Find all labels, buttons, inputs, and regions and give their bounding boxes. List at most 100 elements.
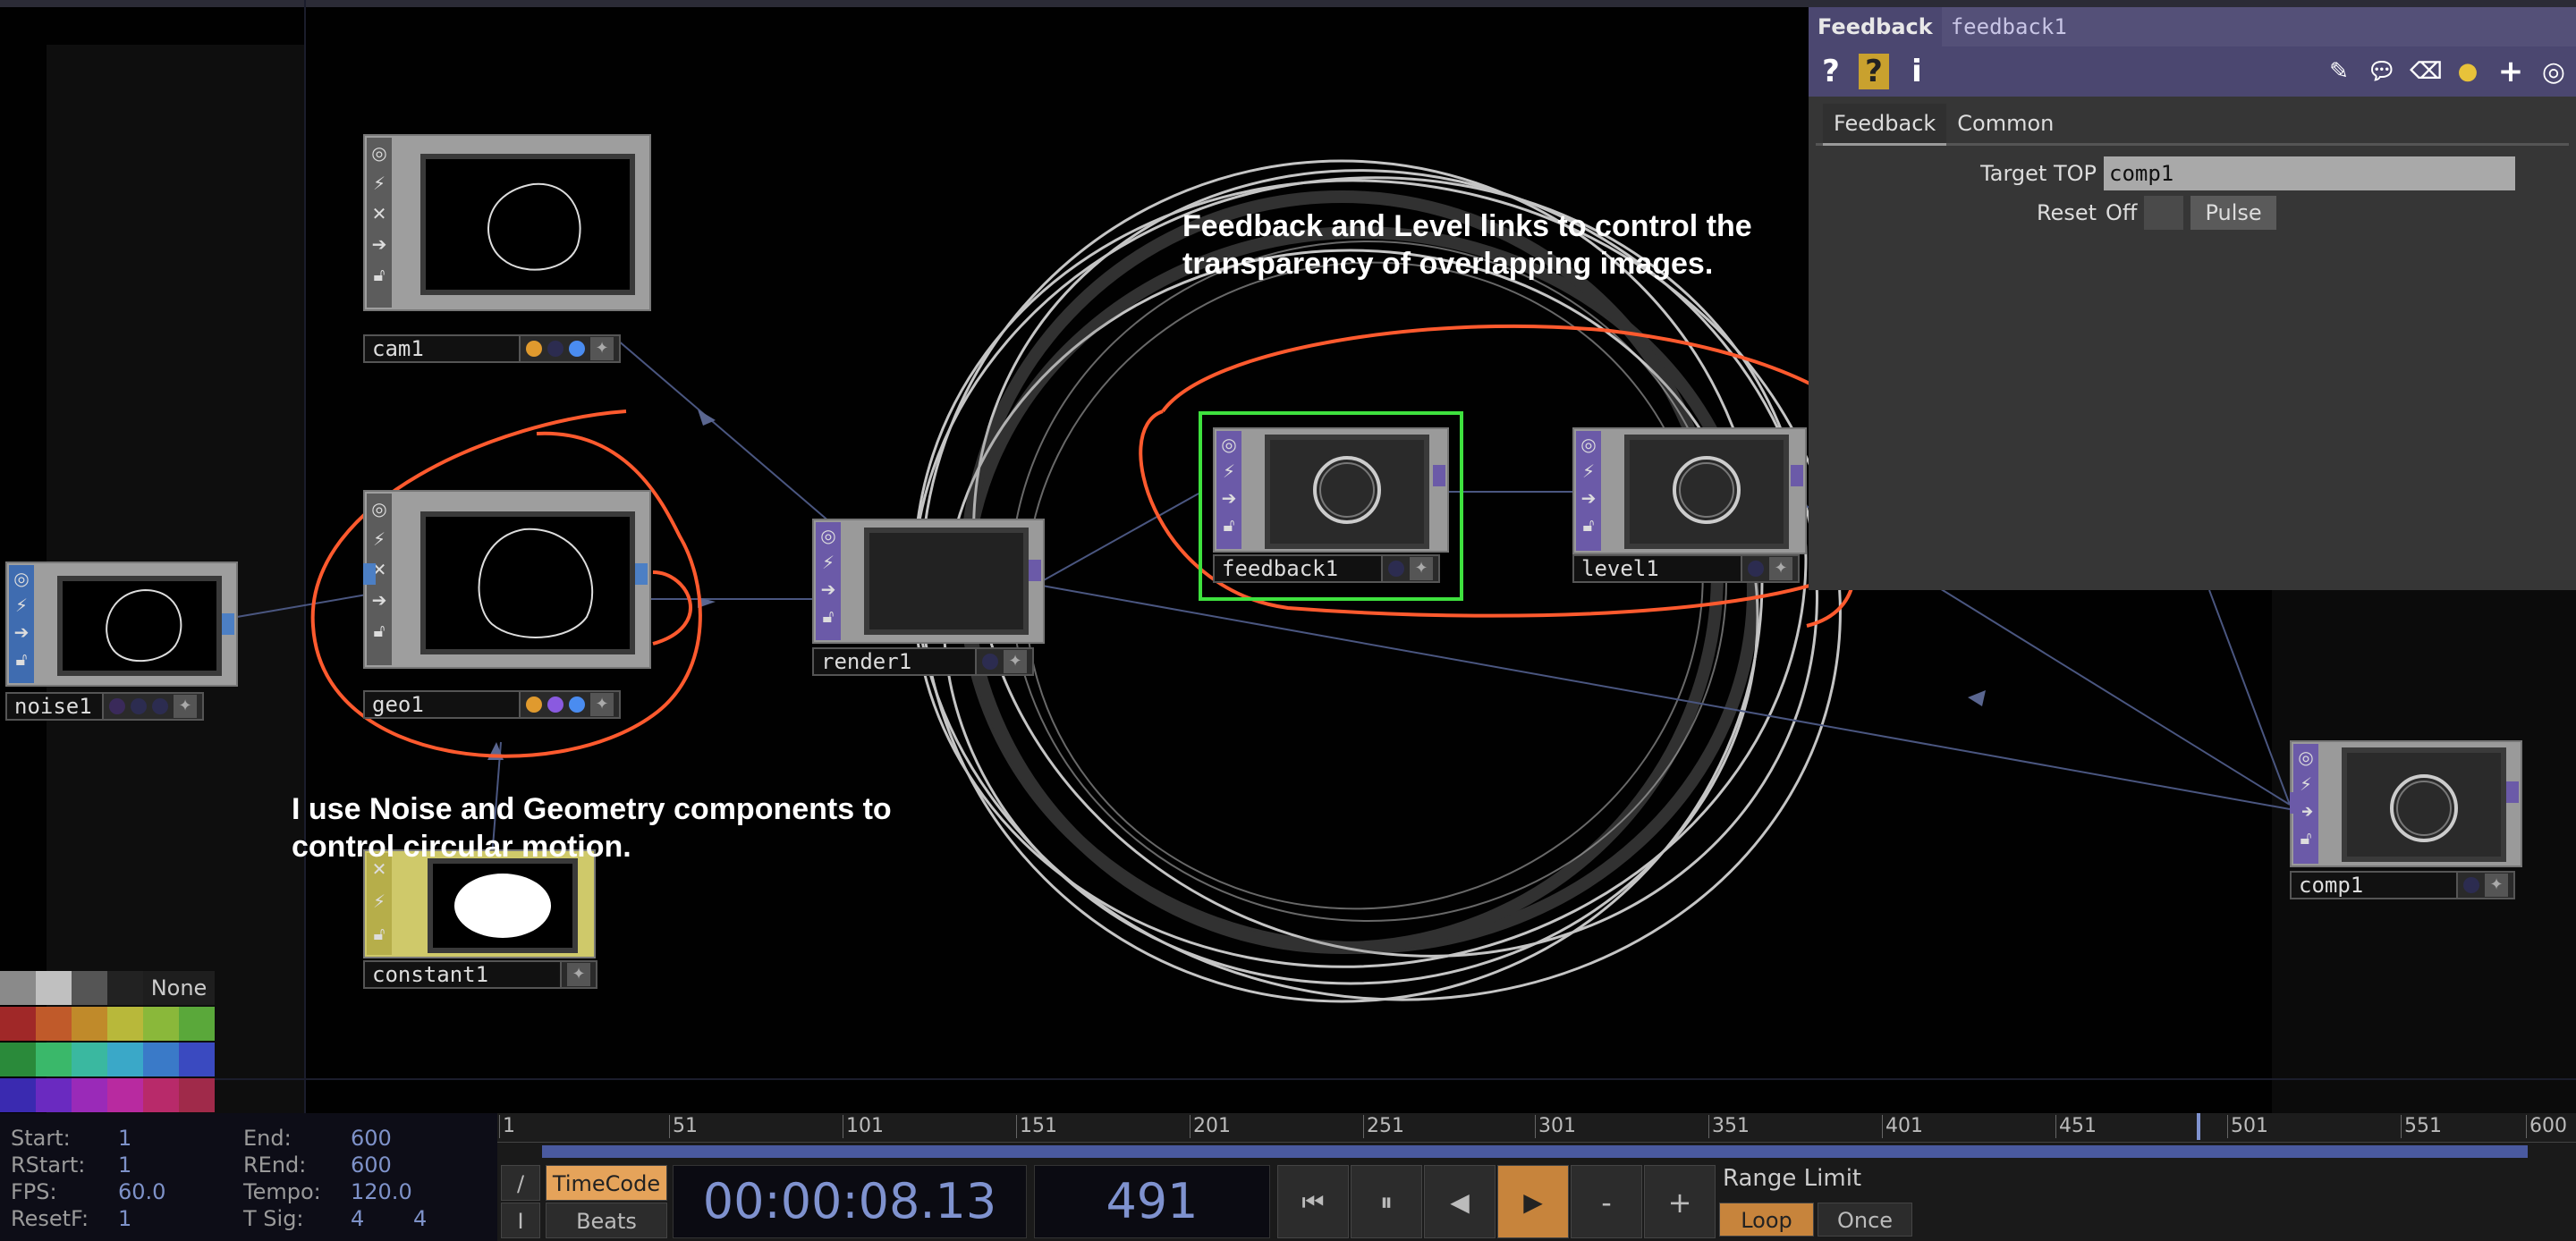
pick-flag[interactable] (547, 341, 564, 357)
palette-none[interactable]: None (143, 971, 215, 1005)
options-icon[interactable]: ✦ (174, 695, 197, 718)
node-label[interactable]: noise1 (5, 692, 104, 721)
timecode-display[interactable]: 00:00:08.13 (673, 1165, 1027, 1238)
render-flag[interactable] (526, 341, 542, 357)
node-label[interactable]: comp1 (2290, 871, 2458, 899)
swatch[interactable] (36, 1078, 72, 1112)
options-icon[interactable]: ✦ (590, 693, 614, 716)
display-flag[interactable] (569, 341, 585, 357)
node-label[interactable]: geo1 (363, 690, 521, 719)
swatch[interactable] (107, 1078, 143, 1112)
swatch[interactable] (72, 1007, 107, 1041)
swatch[interactable] (0, 971, 36, 1005)
options-icon[interactable]: ✦ (590, 337, 614, 360)
range-bar[interactable] (542, 1145, 2528, 1158)
start-value[interactable]: 1 (118, 1126, 131, 1151)
display-flag[interactable] (982, 654, 998, 670)
swatch[interactable] (143, 1078, 179, 1112)
op-name-field[interactable]: feedback1 (1941, 7, 2576, 46)
output-connector[interactable] (635, 563, 648, 585)
play-icon[interactable]: ▶ (1497, 1165, 1569, 1238)
bypass-icon[interactable]: ⚡ (1216, 458, 1241, 485)
bypass-icon[interactable]: ⚡ (367, 168, 392, 198)
swatch[interactable] (143, 1007, 179, 1041)
step-minus-button[interactable]: - (1571, 1165, 1642, 1238)
render-flag[interactable] (526, 696, 542, 713)
viewer-icon[interactable]: ◎ (1216, 431, 1241, 458)
lock-icon[interactable]: 🔓︎ (1216, 511, 1241, 538)
swatch[interactable] (143, 1043, 179, 1076)
node-label[interactable]: feedback1 (1213, 554, 1383, 583)
output-connector[interactable] (1433, 465, 1445, 486)
pause-icon[interactable]: ⏸ (1351, 1165, 1422, 1238)
display-flag[interactable] (1388, 561, 1404, 577)
swatch[interactable] (36, 1007, 72, 1041)
lock-icon[interactable]: 🔓︎ (367, 259, 392, 290)
options-icon[interactable]: ✦ (2485, 874, 2508, 897)
beats-toggle[interactable]: Beats (546, 1203, 667, 1238)
lock-icon[interactable]: 🔓︎ (2293, 824, 2318, 851)
add-icon[interactable]: + (2496, 54, 2526, 89)
step-back-icon[interactable]: ◀ (1424, 1165, 1496, 1238)
info-icon[interactable]: i (1902, 54, 1932, 89)
render-flag[interactable] (109, 698, 125, 714)
tempo-value[interactable]: 120.0 (351, 1179, 412, 1204)
viewer-icon[interactable]: ◎ (1576, 431, 1601, 458)
swatch[interactable] (0, 1007, 36, 1041)
viewer-icon[interactable]: ◎ (9, 565, 34, 592)
tab-feedback[interactable]: Feedback (1823, 104, 1947, 146)
display-flag[interactable] (1748, 561, 1764, 577)
target-icon[interactable]: ◎ (2538, 56, 2569, 88)
timecode-toggle[interactable]: TimeCode (546, 1165, 667, 1201)
lock-icon[interactable]: 🔓︎ (367, 917, 392, 950)
lock-icon[interactable]: 🔓︎ (1576, 511, 1601, 538)
target-top-field[interactable]: comp1 (2104, 156, 2515, 190)
end-value[interactable]: 600 (351, 1126, 392, 1151)
arrow-icon[interactable]: ➔ (367, 585, 392, 615)
arrow-icon[interactable]: ➔ (1576, 485, 1601, 511)
swatch[interactable] (107, 971, 143, 1005)
lock-icon[interactable]: 🔓︎ (9, 646, 34, 672)
options-icon[interactable]: ✦ (567, 963, 590, 986)
tsig-numerator[interactable]: 4 (351, 1206, 364, 1231)
rstart-value[interactable]: 1 (118, 1152, 131, 1178)
bypass-icon[interactable]: ⚡ (367, 524, 392, 554)
options-icon[interactable]: ✦ (1410, 557, 1433, 580)
display-flag[interactable] (569, 696, 585, 713)
swatch[interactable] (36, 1043, 72, 1076)
viewer-icon[interactable]: ◎ (816, 522, 841, 549)
resetf-value[interactable]: 1 (118, 1206, 131, 1231)
tab-common[interactable]: Common (1946, 104, 2064, 143)
cross-icon[interactable]: ✕ (367, 198, 392, 229)
options-icon[interactable]: ✦ (1004, 650, 1027, 673)
comment-icon[interactable]: 💬︎ (2367, 58, 2397, 85)
swatch[interactable] (179, 1043, 215, 1076)
swatch[interactable] (0, 1043, 36, 1076)
node-label[interactable]: constant1 (363, 960, 562, 989)
lock-icon[interactable]: 🔓︎ (816, 603, 841, 629)
display-flag[interactable] (152, 698, 168, 714)
tsig-denominator[interactable]: 4 (413, 1206, 427, 1231)
viewer-icon[interactable]: ◎ (367, 138, 392, 168)
lock-icon[interactable]: 🔓︎ (367, 615, 392, 646)
swatch[interactable] (179, 1007, 215, 1041)
options-icon[interactable]: ✦ (1769, 557, 1792, 580)
swatch[interactable] (36, 971, 72, 1005)
swatch[interactable] (107, 1007, 143, 1041)
swatch[interactable] (107, 1043, 143, 1076)
display-flag[interactable] (2463, 877, 2479, 893)
swatch[interactable] (0, 1078, 36, 1112)
step-plus-button[interactable]: + (1644, 1165, 1716, 1238)
viewer-icon[interactable]: ◎ (367, 494, 392, 524)
bypass-icon[interactable]: ⚡ (1576, 458, 1601, 485)
bar-button[interactable]: I (501, 1203, 540, 1238)
input-connector[interactable] (363, 563, 376, 585)
loop-toggle[interactable]: Loop (1719, 1203, 1814, 1237)
once-toggle[interactable]: Once (1818, 1203, 1912, 1237)
python-icon[interactable]: ● (2453, 58, 2483, 85)
reset-toggle[interactable] (2144, 196, 2184, 230)
time-ruler[interactable]: 1 51 101 151 201 251 301 351 401 451 501… (497, 1113, 2576, 1143)
slash-button[interactable]: / (501, 1165, 540, 1201)
rewind-icon[interactable]: ⏮ (1277, 1165, 1349, 1238)
playhead[interactable] (2197, 1113, 2200, 1140)
